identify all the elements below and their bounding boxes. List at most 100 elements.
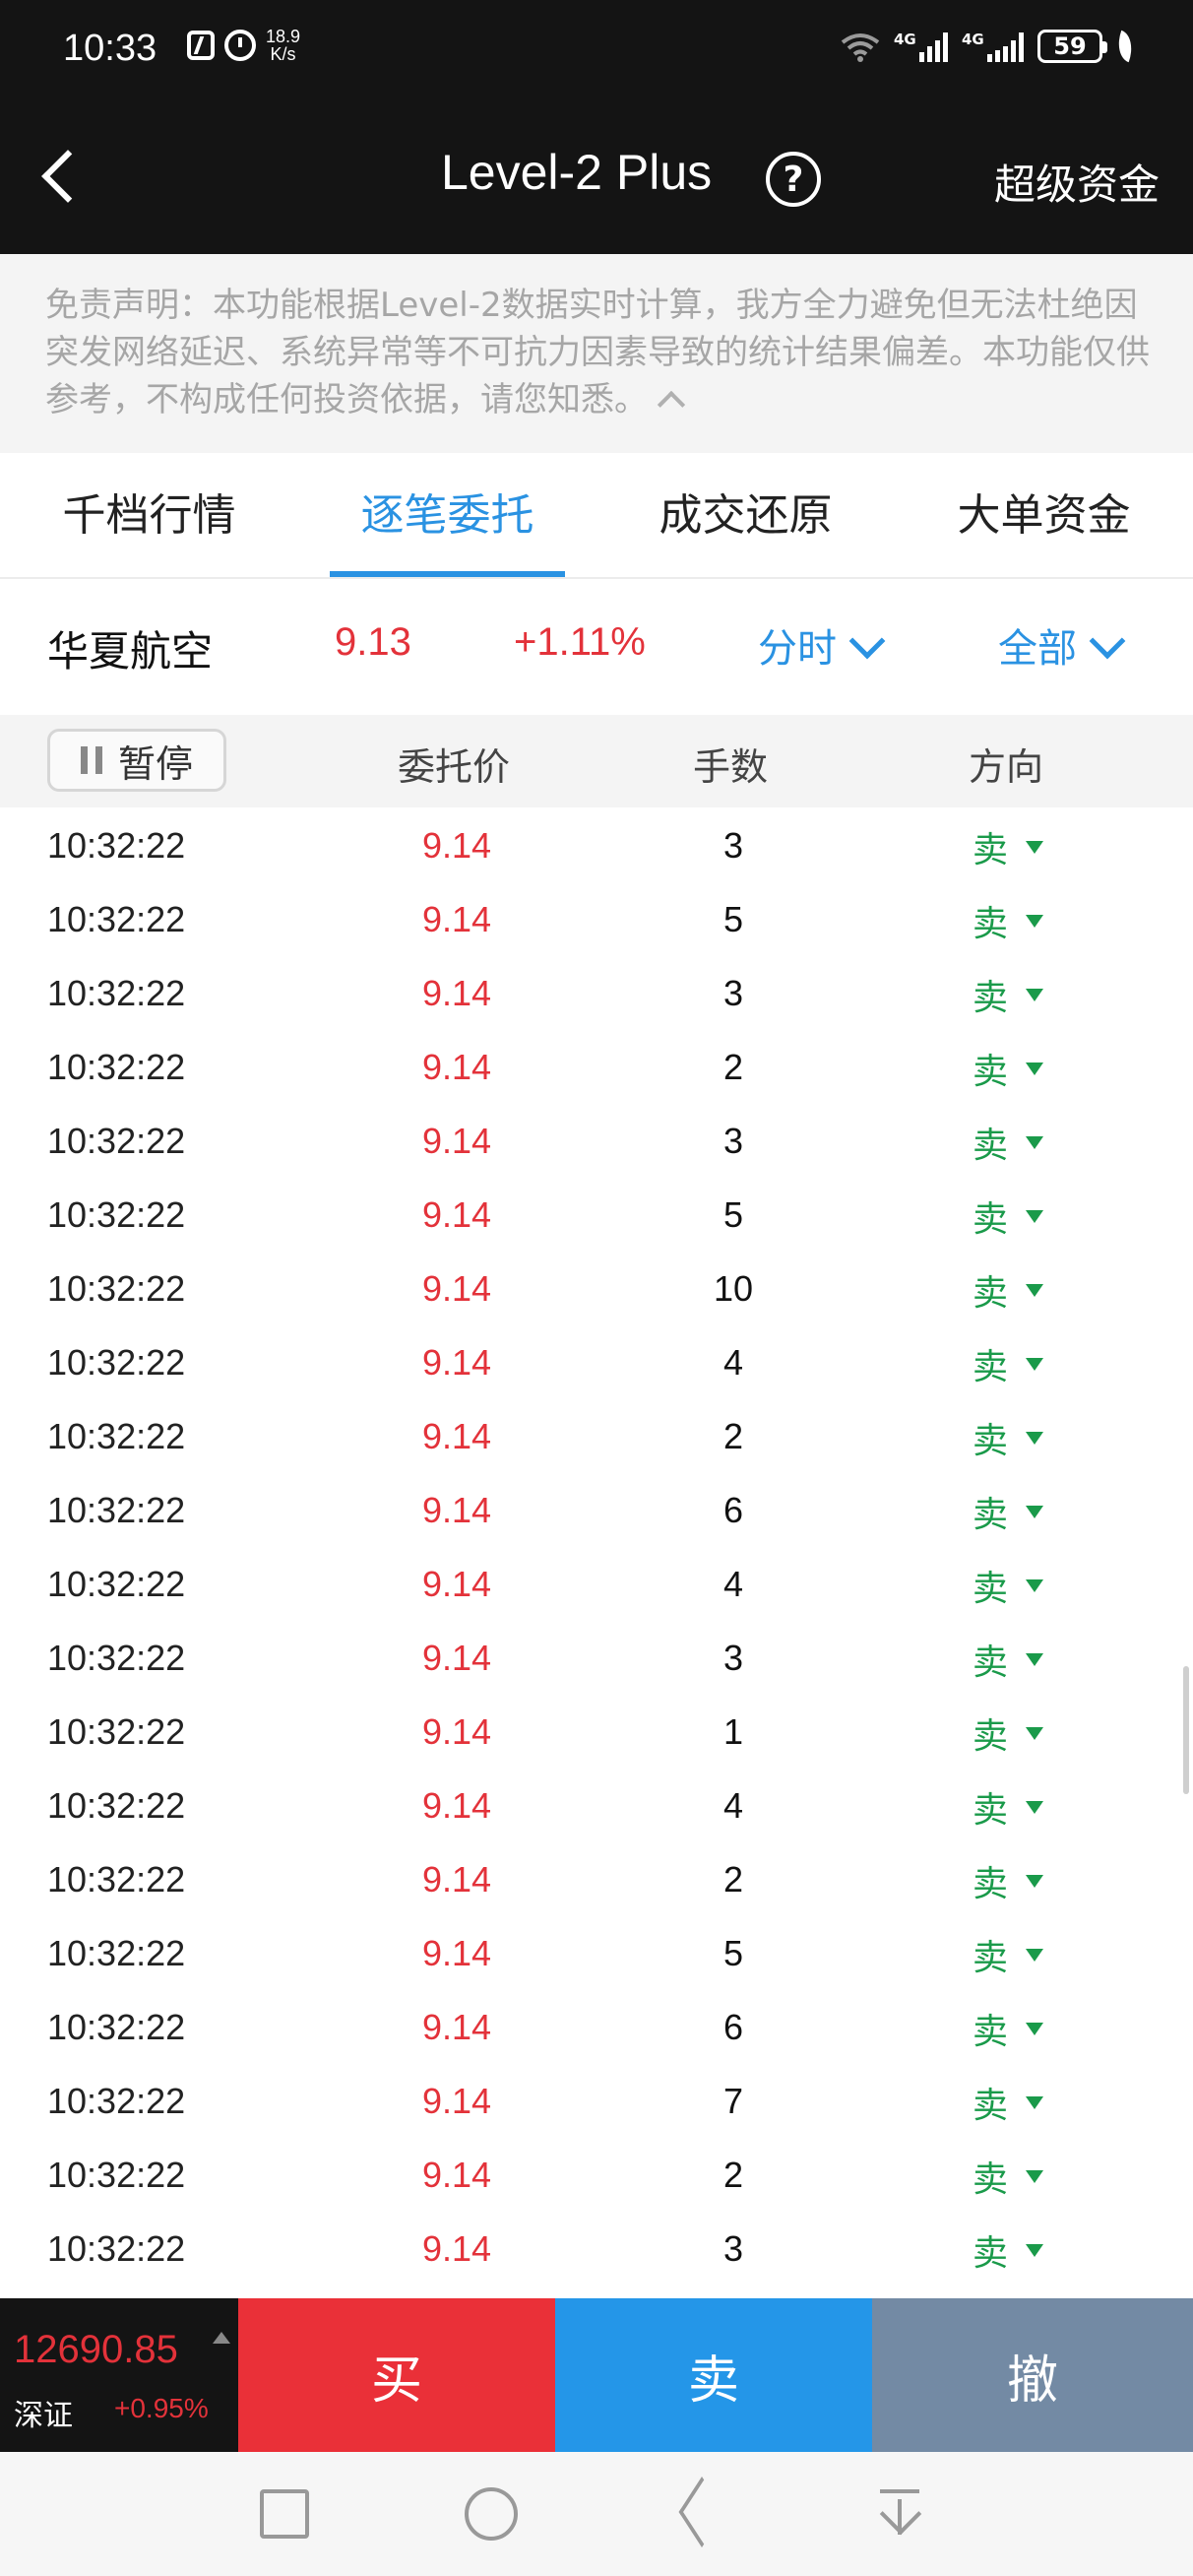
row-direction: 卖 — [973, 1560, 1044, 1611]
table-row: 10:32:22 9.14 4 卖 — [0, 1770, 1193, 1843]
row-direction-label: 卖 — [973, 1716, 1009, 1757]
row-direction-label: 卖 — [973, 1495, 1009, 1535]
sell-button[interactable]: 卖 — [555, 2298, 872, 2452]
system-nav-bar — [0, 2452, 1193, 2576]
tab-order-by-order[interactable]: 逐笔委托 — [298, 453, 596, 577]
row-qty: 5 — [722, 1933, 744, 1973]
row-direction-label: 卖 — [973, 2086, 1009, 2126]
recent-apps-icon[interactable] — [260, 2489, 309, 2539]
row-direction: 卖 — [973, 1634, 1044, 1685]
stock-name: 华夏航空 — [47, 627, 214, 676]
tab-depth-quotes[interactable]: 千档行情 — [0, 453, 298, 577]
row-time: 10:32:22 — [47, 1047, 186, 1087]
row-direction-label: 卖 — [973, 2233, 1009, 2274]
row-price: 9.14 — [421, 2228, 492, 2269]
row-direction: 卖 — [973, 1707, 1044, 1759]
row-price: 9.14 — [421, 1859, 492, 1900]
back-arrow-icon[interactable] — [35, 152, 81, 197]
row-time: 10:32:22 — [47, 1268, 186, 1309]
row-price: 9.14 — [421, 1268, 492, 1309]
collapse-chevron-up-icon[interactable] — [657, 390, 686, 419]
row-time: 10:32:22 — [47, 2007, 186, 2047]
super-funds-link[interactable]: 超级资金 — [994, 152, 1160, 212]
chevron-down-icon — [1089, 622, 1126, 660]
home-icon[interactable] — [465, 2487, 518, 2541]
row-time: 10:32:22 — [47, 2081, 186, 2121]
triangle-down-icon — [1026, 2022, 1044, 2035]
row-qty: 3 — [722, 1638, 744, 1678]
row-direction: 卖 — [973, 2224, 1044, 2276]
row-time: 10:32:22 — [47, 1121, 186, 1161]
order-list[interactable]: 10:32:22 9.14 3 卖 10:32:22 9.14 5 卖 10:32:22 9.14… — [0, 807, 1193, 2298]
tab-trade-replay[interactable]: 成交还原 — [596, 453, 895, 577]
trade-bar: 12690.85 深证 +0.95% 买 卖 撤 — [0, 2298, 1193, 2452]
stock-info-row: 华夏航空 9.13 +1.11% 分时 全部 — [0, 579, 1193, 715]
row-time: 10:32:22 — [47, 1933, 186, 1973]
row-direction: 卖 — [973, 821, 1044, 872]
index-change: +0.95% — [114, 2393, 209, 2423]
triangle-down-icon — [1026, 1357, 1044, 1371]
triangle-down-icon — [1026, 2243, 1044, 2257]
period-dropdown[interactable]: 分时 — [758, 616, 886, 674]
table-row: 10:32:22 9.14 2 卖 — [0, 1400, 1193, 1474]
battery-icon: 59 — [1037, 30, 1107, 63]
row-qty: 4 — [722, 1785, 744, 1826]
notification-pull-down-icon[interactable] — [872, 2485, 929, 2543]
sim1-label: 4G — [894, 31, 916, 48]
row-time: 10:32:22 — [47, 1859, 186, 1900]
row-qty: 4 — [722, 1342, 744, 1383]
row-price: 9.14 — [421, 1121, 492, 1161]
nav-bar: Level-2 Plus ? 超级资金 — [0, 98, 1193, 254]
row-price: 9.14 — [421, 825, 492, 866]
row-direction-label: 卖 — [973, 1864, 1009, 1904]
row-qty: 2 — [722, 1859, 744, 1900]
tab-bar: 千档行情 逐笔委托 成交还原 大单资金 — [0, 453, 1193, 579]
row-direction-label: 卖 — [973, 830, 1009, 870]
help-icon[interactable]: ? — [766, 152, 821, 207]
index-ticker[interactable]: 12690.85 深证 +0.95% — [0, 2298, 238, 2452]
triangle-down-icon — [1026, 2095, 1044, 2109]
row-qty: 5 — [722, 1194, 744, 1235]
row-direction: 卖 — [973, 2151, 1044, 2202]
row-price: 9.14 — [421, 973, 492, 1013]
row-time: 10:32:22 — [47, 2228, 186, 2269]
row-direction: 卖 — [973, 1855, 1044, 1906]
row-price: 9.14 — [421, 1342, 492, 1383]
table-row: 10:32:22 9.14 3 卖 — [0, 2213, 1193, 2286]
row-price: 9.14 — [421, 1194, 492, 1235]
filter-dropdown-label: 全部 — [998, 626, 1077, 672]
net-speed: 18.9 K/s — [266, 28, 300, 63]
row-direction-label: 卖 — [973, 1642, 1009, 1683]
row-price: 9.14 — [421, 1416, 492, 1456]
scrollbar-thumb[interactable] — [1183, 1666, 1189, 1794]
table-row: 10:32:22 9.14 7 卖 — [0, 2065, 1193, 2139]
tab-large-order-funds[interactable]: 大单资金 — [895, 453, 1193, 577]
alarm-icon — [224, 30, 256, 61]
table-row: 10:32:22 9.14 2 卖 — [0, 2139, 1193, 2213]
triangle-down-icon — [1026, 1135, 1044, 1149]
table-row: 10:32:22 9.14 6 卖 — [0, 1474, 1193, 1548]
battery-level: 59 — [1053, 32, 1087, 60]
row-price: 9.14 — [421, 1564, 492, 1604]
pause-button[interactable]: 暂停 — [47, 729, 226, 792]
row-direction-label: 卖 — [973, 1273, 1009, 1314]
disclaimer-text: 免责声明：本功能根据Level-2数据实时计算，我方全力避免但无法杜绝因突发网络… — [45, 286, 1150, 419]
row-direction: 卖 — [973, 1264, 1044, 1316]
row-direction: 卖 — [973, 1486, 1044, 1537]
filter-dropdown[interactable]: 全部 — [998, 616, 1126, 674]
triangle-down-icon — [1026, 1874, 1044, 1888]
system-back-icon[interactable] — [669, 2485, 726, 2543]
row-direction-label: 卖 — [973, 1938, 1009, 1978]
row-qty: 3 — [722, 1121, 744, 1161]
disclaimer-banner: 免责声明：本功能根据Level-2数据实时计算，我方全力避免但无法杜绝因突发网络… — [0, 254, 1193, 453]
cancel-order-button[interactable]: 撤 — [872, 2298, 1193, 2452]
pause-icon — [80, 746, 102, 774]
expand-up-icon — [213, 2332, 230, 2344]
period-dropdown-label: 分时 — [758, 626, 837, 672]
triangle-down-icon — [1026, 840, 1044, 854]
row-qty: 2 — [722, 2155, 744, 2195]
row-price: 9.14 — [421, 1785, 492, 1826]
row-qty: 2 — [722, 1416, 744, 1456]
status-left-icons: 18.9 K/s — [187, 28, 300, 63]
buy-button[interactable]: 买 — [238, 2298, 555, 2452]
